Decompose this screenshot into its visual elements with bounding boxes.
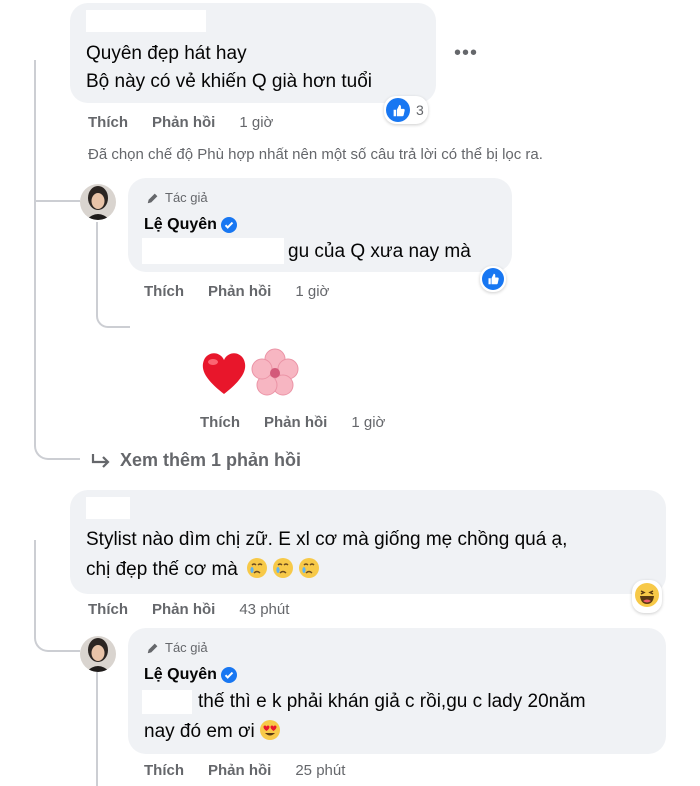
author-tag: Tác giả bbox=[146, 640, 208, 655]
timestamp[interactable]: 1 giờ bbox=[295, 283, 329, 300]
thread-line-reply-1 bbox=[34, 160, 80, 202]
haha-reaction-icon bbox=[634, 582, 660, 611]
redacted-mention bbox=[142, 238, 284, 264]
comment-actions: Thích Phản hồi 25 phút bbox=[144, 762, 345, 779]
thread-line-second-nested bbox=[96, 672, 98, 786]
author-tag: Tác giả bbox=[146, 190, 208, 205]
author-tag-label: Tác giả bbox=[165, 190, 208, 205]
reaction-badge[interactable] bbox=[632, 580, 662, 613]
comment-actions: Thích Phản hồi 43 phút bbox=[88, 601, 289, 618]
reaction-badge[interactable]: 3 bbox=[384, 96, 428, 124]
timestamp[interactable]: 1 giờ bbox=[351, 414, 385, 431]
comment-text-line: Quyên đẹp hát hay bbox=[86, 43, 247, 64]
reaction-count: 3 bbox=[416, 102, 424, 118]
heart-eyes-emoji bbox=[259, 720, 281, 741]
reply-button[interactable]: Phản hồi bbox=[208, 283, 271, 300]
thread-line-nested bbox=[96, 222, 130, 328]
comment-text-row: chị đẹp thế cơ mà bbox=[86, 556, 322, 583]
avatar[interactable] bbox=[80, 636, 116, 672]
see-more-label: Xem thêm 1 phản hồi bbox=[120, 450, 302, 470]
reply-button[interactable]: Phản hồi bbox=[264, 414, 327, 431]
reply-button[interactable]: Phản hồi bbox=[208, 762, 271, 779]
like-reaction-icon bbox=[386, 98, 410, 122]
comment-actions: Thích Phản hồi 1 giờ bbox=[144, 283, 329, 300]
reply-text-line: nay đó em ơi bbox=[144, 721, 255, 742]
filter-note: Đã chọn chế độ Phù hợp nhất nên một số c… bbox=[88, 146, 543, 163]
author-name[interactable]: Lệ Quyên bbox=[144, 666, 237, 684]
cherry-blossom-emoji bbox=[250, 348, 300, 396]
verified-badge-icon bbox=[220, 667, 237, 683]
pencil-icon bbox=[147, 193, 158, 203]
crying-face-emoji bbox=[246, 558, 322, 579]
like-button[interactable]: Thích bbox=[88, 601, 128, 618]
timestamp[interactable]: 25 phút bbox=[295, 762, 345, 779]
see-more-replies-button[interactable]: Xem thêm 1 phản hồi bbox=[90, 450, 301, 471]
verified-badge-icon bbox=[220, 217, 237, 233]
comment-text-line: Bộ này có vẻ khiến Q già hơn tuổi bbox=[86, 71, 373, 92]
timestamp[interactable]: 43 phút bbox=[239, 601, 289, 618]
thread-line-main bbox=[34, 60, 80, 460]
like-button[interactable]: Thích bbox=[200, 414, 240, 431]
like-button[interactable]: Thích bbox=[144, 283, 184, 300]
timestamp[interactable]: 1 giờ bbox=[239, 114, 273, 131]
comment-text-line: chị đẹp thế cơ mà bbox=[86, 559, 238, 580]
more-horizontal-icon[interactable]: ••• bbox=[454, 42, 478, 65]
reply-button[interactable]: Phản hồi bbox=[152, 601, 215, 618]
author-name-label: Lệ Quyên bbox=[144, 666, 217, 683]
reply-button[interactable]: Phản hồi bbox=[152, 114, 215, 131]
comment-actions: Thích Phản hồi 1 giờ bbox=[88, 114, 273, 131]
redacted-mention bbox=[142, 690, 192, 714]
comment-actions: Thích Phản hồi 1 giờ bbox=[200, 414, 385, 431]
author-tag-label: Tác giả bbox=[165, 640, 208, 655]
reply-text: gu của Q xưa nay mà bbox=[288, 241, 471, 262]
reaction-badge[interactable] bbox=[480, 266, 506, 292]
author-name-label: Lệ Quyên bbox=[144, 216, 217, 233]
reply-text-line: thế thì e k phải khán giả c rồi,gu c lad… bbox=[198, 691, 586, 712]
avatar[interactable] bbox=[80, 184, 116, 220]
like-reaction-icon bbox=[482, 268, 504, 290]
like-button[interactable]: Thích bbox=[88, 114, 128, 131]
redacted-name bbox=[86, 497, 130, 519]
heart-emoji bbox=[198, 348, 250, 398]
pencil-icon bbox=[147, 643, 158, 653]
reply-arrow-icon bbox=[91, 453, 110, 468]
reply-text-row: nay đó em ơi bbox=[144, 718, 281, 745]
comment-text-line: Stylist nào dìm chị zữ. E xl cơ mà giống… bbox=[86, 529, 568, 550]
like-button[interactable]: Thích bbox=[144, 762, 184, 779]
author-name[interactable]: Lệ Quyên bbox=[144, 216, 237, 234]
redacted-name bbox=[86, 10, 206, 32]
